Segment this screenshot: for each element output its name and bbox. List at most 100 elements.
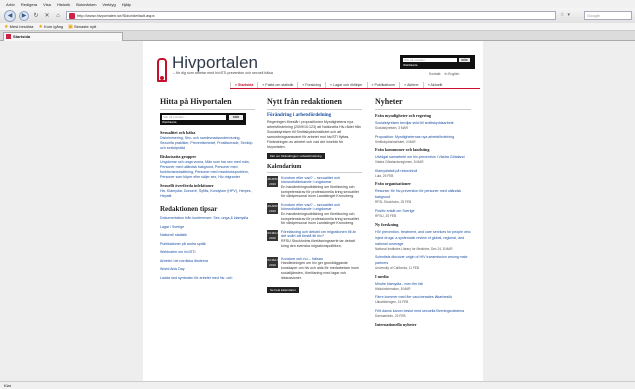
left-column-title: Hitta på Hivportalen bbox=[160, 97, 255, 110]
hivportalen-logo-icon[interactable] bbox=[157, 58, 167, 82]
tip-link[interactable]: Publikationer på andra språk bbox=[160, 242, 255, 247]
news-link[interactable]: Proposition: Myndigheternas nya arbetsfö… bbox=[375, 135, 454, 139]
news-item: Resurser för hiv-prevention för personer… bbox=[375, 188, 471, 205]
tip-link[interactable]: Arbetet i de nordiska länderna bbox=[160, 259, 255, 264]
back-button[interactable]: ◀ bbox=[4, 9, 16, 22]
tip-link[interactable]: Ladda ned symbolen för arbetet med hiv- … bbox=[160, 276, 255, 281]
nav-aktorer[interactable]: » Aktörer bbox=[399, 82, 422, 88]
news-link[interactable]: Scientists discover origin of HIV transm… bbox=[375, 255, 467, 265]
news-item: Utvidgat samarbete om hiv-prevention i V… bbox=[375, 154, 471, 165]
section-heading: Sexualitet och hälsa bbox=[160, 130, 196, 135]
tip-link[interactable]: Nationell statistik bbox=[160, 233, 255, 238]
site-tagline: – för dig som arbetar med hiv/STI-preven… bbox=[173, 71, 273, 75]
menu-bookmarks[interactable]: Bokmärken bbox=[76, 2, 96, 7]
news-link[interactable]: Färre kommer med fler vaccinerades läkar… bbox=[375, 295, 452, 299]
event-text: Handledningen om hiv ger grundläggande k… bbox=[281, 261, 359, 280]
tab-startsida[interactable]: Startsida bbox=[3, 32, 123, 41]
header-links: Kontakt In English bbox=[429, 72, 459, 76]
status-text: Klar bbox=[4, 383, 12, 388]
portal-sitemap-link[interactable]: Webbkarta bbox=[162, 120, 176, 124]
bookmark-getting-started[interactable]: ★ Kom igång bbox=[38, 24, 63, 30]
menu-tools[interactable]: Verktyg bbox=[102, 2, 115, 7]
feature-title[interactable]: Förändring i arbetsfördelning bbox=[267, 113, 362, 118]
tip-link[interactable]: Webinarier om hiv/STI bbox=[160, 250, 255, 255]
news-link[interactable]: Klamydiafall på rekordnivå bbox=[375, 169, 417, 173]
news-link[interactable]: Mindre klamydia - men fler fall bbox=[375, 282, 423, 286]
news-item: Socialstyrelsen beviljar stöd till smitt… bbox=[375, 120, 471, 131]
news-link[interactable]: Fritt dansk kanon beslut med sexuella fö… bbox=[375, 309, 464, 313]
nav-aktuellt[interactable]: » Aktuellt bbox=[422, 82, 447, 88]
nav-fakta[interactable]: » Fakta om statistik bbox=[257, 82, 297, 88]
news-link[interactable]: HIV prevention, treatment, and care serv… bbox=[375, 230, 471, 246]
header-search-input[interactable]: Sök på portalen... bbox=[403, 58, 457, 62]
menu-history[interactable]: Historik bbox=[57, 2, 70, 7]
news-item: Fritt dansk kanon beslut med sexuella fö… bbox=[375, 308, 471, 319]
page-viewport: Hivportalen – för dig som arbetar med hi… bbox=[0, 41, 635, 381]
section-heading: Sexuellt överförda infektioner bbox=[160, 183, 214, 188]
calendar-all-button[interactable]: Se hela kalendariet bbox=[267, 287, 299, 293]
news-group-heading: Från organisationer bbox=[375, 181, 411, 187]
calendar-title: Kalendarium bbox=[267, 164, 362, 173]
event-text: En handledningsutbildning om föreläsning… bbox=[281, 184, 359, 199]
news-link[interactable]: Positiv enkät om Sverige bbox=[375, 209, 415, 213]
menu-help[interactable]: Hjälp bbox=[122, 2, 131, 7]
bookmark-star-icon[interactable]: ☆ bbox=[560, 12, 564, 18]
news-link[interactable]: Socialstyrelsen beviljar stöd till smitt… bbox=[375, 121, 454, 125]
tips-title: Redaktionen tipsar bbox=[160, 205, 218, 213]
bookmark-icon: ★ bbox=[38, 23, 43, 30]
section-links[interactable]: Hiv, Klamydia, Gonorré, Syfilis, Kondylo… bbox=[160, 189, 255, 199]
portal-search: Sök på portalen... SÖK Webbkarta bbox=[160, 113, 246, 125]
news-link[interactable]: Resurser för hiv-prevention för personer… bbox=[375, 189, 461, 199]
site-favicon-icon bbox=[69, 13, 75, 19]
nav-startsida[interactable]: » Startsida bbox=[230, 82, 257, 88]
nav-label: Startsida bbox=[238, 83, 254, 87]
bookmark-latest-news[interactable]: ▣ Senaste nytt bbox=[68, 24, 96, 30]
bookmark-label: Kom igång bbox=[44, 23, 64, 29]
forward-button[interactable]: ▶ bbox=[19, 10, 29, 21]
news-source: Smittskyddsinstitutet, 4 MAR bbox=[375, 139, 416, 144]
calendar-event: 29 APR 2010 Kondom eller vad? – sexualit… bbox=[267, 203, 362, 227]
bookmark-icon: ★ bbox=[4, 23, 9, 30]
news-item: Positiv enkät om Sverige RFSU, 25 FEB bbox=[375, 208, 471, 219]
stop-icon[interactable]: ✕ bbox=[43, 12, 51, 20]
section-links[interactable]: Ungdomar och unga vuxna, Män som har sex… bbox=[160, 160, 255, 180]
feature-more-button[interactable]: Mer om förändringen i arbetsfördelning bbox=[267, 153, 325, 159]
nav-label: Lagar och riktlinjer bbox=[333, 83, 363, 87]
bookmarks-toolbar: ★ Mest besökta ★ Kom igång ▣ Senaste nyt… bbox=[0, 23, 635, 31]
event-date: 28 APR 2010 bbox=[267, 176, 278, 187]
calendar-event: 03 MAJ 2010 Föreläsning och debatt om mi… bbox=[267, 230, 362, 254]
event-date: 29 APR 2010 bbox=[267, 203, 278, 214]
url-tools: ☆ ▾ bbox=[560, 12, 570, 18]
event-title[interactable]: Kondom eller vad? – sexualitet och könsr… bbox=[281, 176, 362, 185]
site-name[interactable]: Hivportalen bbox=[172, 53, 258, 73]
header-sitemap-link[interactable]: Webbkarta bbox=[403, 63, 417, 67]
menu-edit[interactable]: Redigera bbox=[21, 2, 37, 7]
section-heading: Riskutsatta grupper bbox=[160, 154, 197, 159]
tip-link[interactable]: Dokumentation från konferenser: Sex, ung… bbox=[160, 216, 255, 221]
home-icon[interactable]: ⌂ bbox=[54, 12, 62, 20]
tip-link[interactable]: Lagar i Sverige bbox=[160, 225, 255, 230]
event-title[interactable]: Föreläsning och debatt om migrationen ti… bbox=[281, 230, 362, 239]
portal-search-button[interactable]: SÖK bbox=[229, 115, 243, 120]
web-search-input[interactable]: Google bbox=[584, 11, 632, 20]
menu-view[interactable]: Visa bbox=[43, 2, 51, 7]
web-search-placeholder: Google bbox=[587, 13, 600, 18]
tip-link[interactable]: World Aids Day bbox=[160, 267, 255, 272]
section-links[interactable]: Diskriminering, Sex- och samlevnadsunder… bbox=[160, 136, 255, 151]
tab-title: Startsida bbox=[13, 34, 31, 39]
news-link[interactable]: Utvidgat samarbete om hiv-prevention i V… bbox=[375, 155, 465, 159]
contact-link[interactable]: Kontakt bbox=[429, 72, 441, 76]
english-link[interactable]: In English bbox=[445, 72, 460, 76]
event-title[interactable]: Kondom eller vad? – sexualitet och könsr… bbox=[281, 203, 362, 212]
bookmark-most-visited[interactable]: ★ Mest besökta bbox=[4, 24, 33, 30]
news-item: Klamydiafall på rekordnivå Lula, 25 FEB bbox=[375, 168, 471, 179]
reload-icon[interactable]: ↻ bbox=[32, 12, 40, 20]
dropdown-arrow-icon[interactable]: ▾ bbox=[567, 12, 570, 18]
address-bar[interactable]: http://www.hivportalen.se/Sidor/default.… bbox=[66, 11, 556, 20]
nav-lagar[interactable]: » Lagar och riktlinjer bbox=[325, 82, 366, 88]
nav-label: Publikationer bbox=[374, 83, 396, 87]
menu-file[interactable]: Arkiv bbox=[6, 2, 15, 7]
nav-forskning[interactable]: » Forskning bbox=[297, 82, 325, 88]
nav-publikationer[interactable]: » Publikationer bbox=[366, 82, 400, 88]
header-search-button[interactable]: SÖK bbox=[459, 58, 470, 62]
